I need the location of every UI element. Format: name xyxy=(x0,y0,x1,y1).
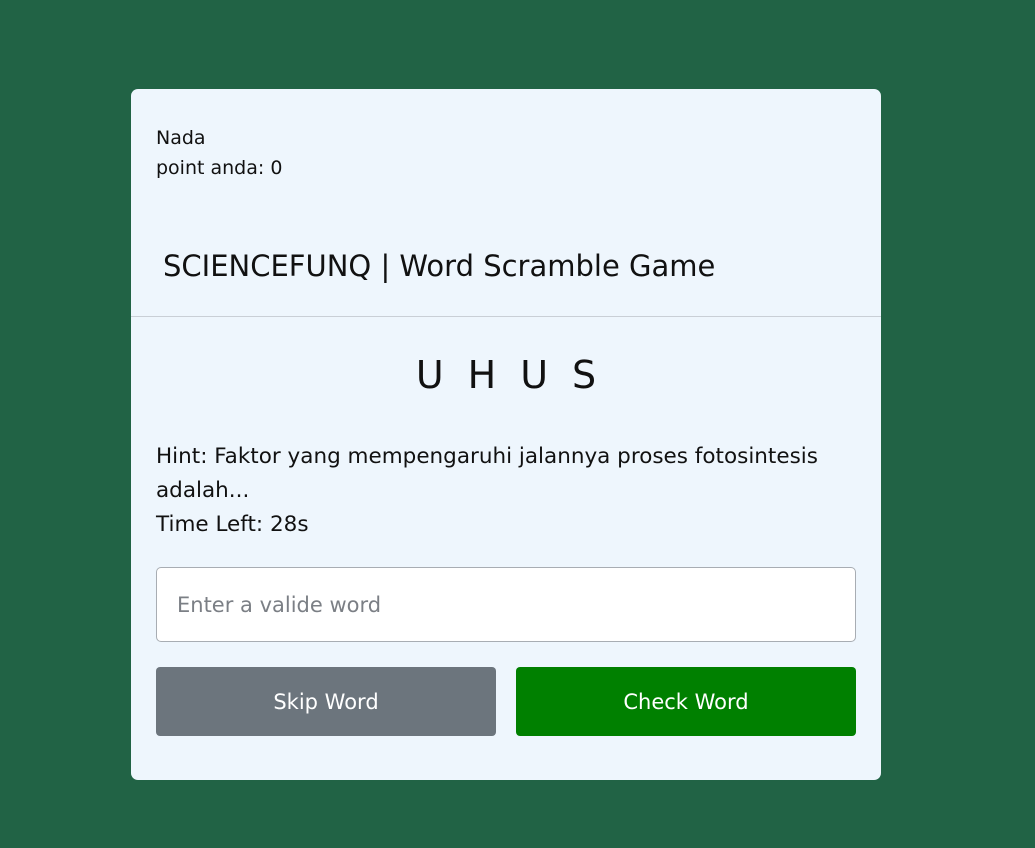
time-label: Time Left: xyxy=(156,512,264,537)
player-info: Nada point anda: 0 xyxy=(156,123,282,183)
time-left: Time Left: 28s xyxy=(156,508,309,542)
skip-word-button[interactable]: Skip Word xyxy=(156,667,496,736)
game-title: SCIENCEFUNQ | Word Scramble Game xyxy=(163,249,716,283)
game-card: Nada point anda: 0 SCIENCEFUNQ | Word Sc… xyxy=(131,89,881,780)
scrambled-word: UHUS xyxy=(415,353,621,397)
player-points: point anda: 0 xyxy=(156,153,282,183)
points-label: point anda: xyxy=(156,157,265,179)
divider xyxy=(131,316,881,317)
hint-text: Hint: Faktor yang mempengaruhi jalannya … xyxy=(156,444,818,503)
check-word-button[interactable]: Check Word xyxy=(516,667,856,736)
points-value: 0 xyxy=(270,157,283,179)
time-value: 28 xyxy=(270,512,298,537)
time-unit: s xyxy=(297,512,309,537)
word-input[interactable] xyxy=(156,567,856,642)
player-name: Nada xyxy=(156,127,206,149)
